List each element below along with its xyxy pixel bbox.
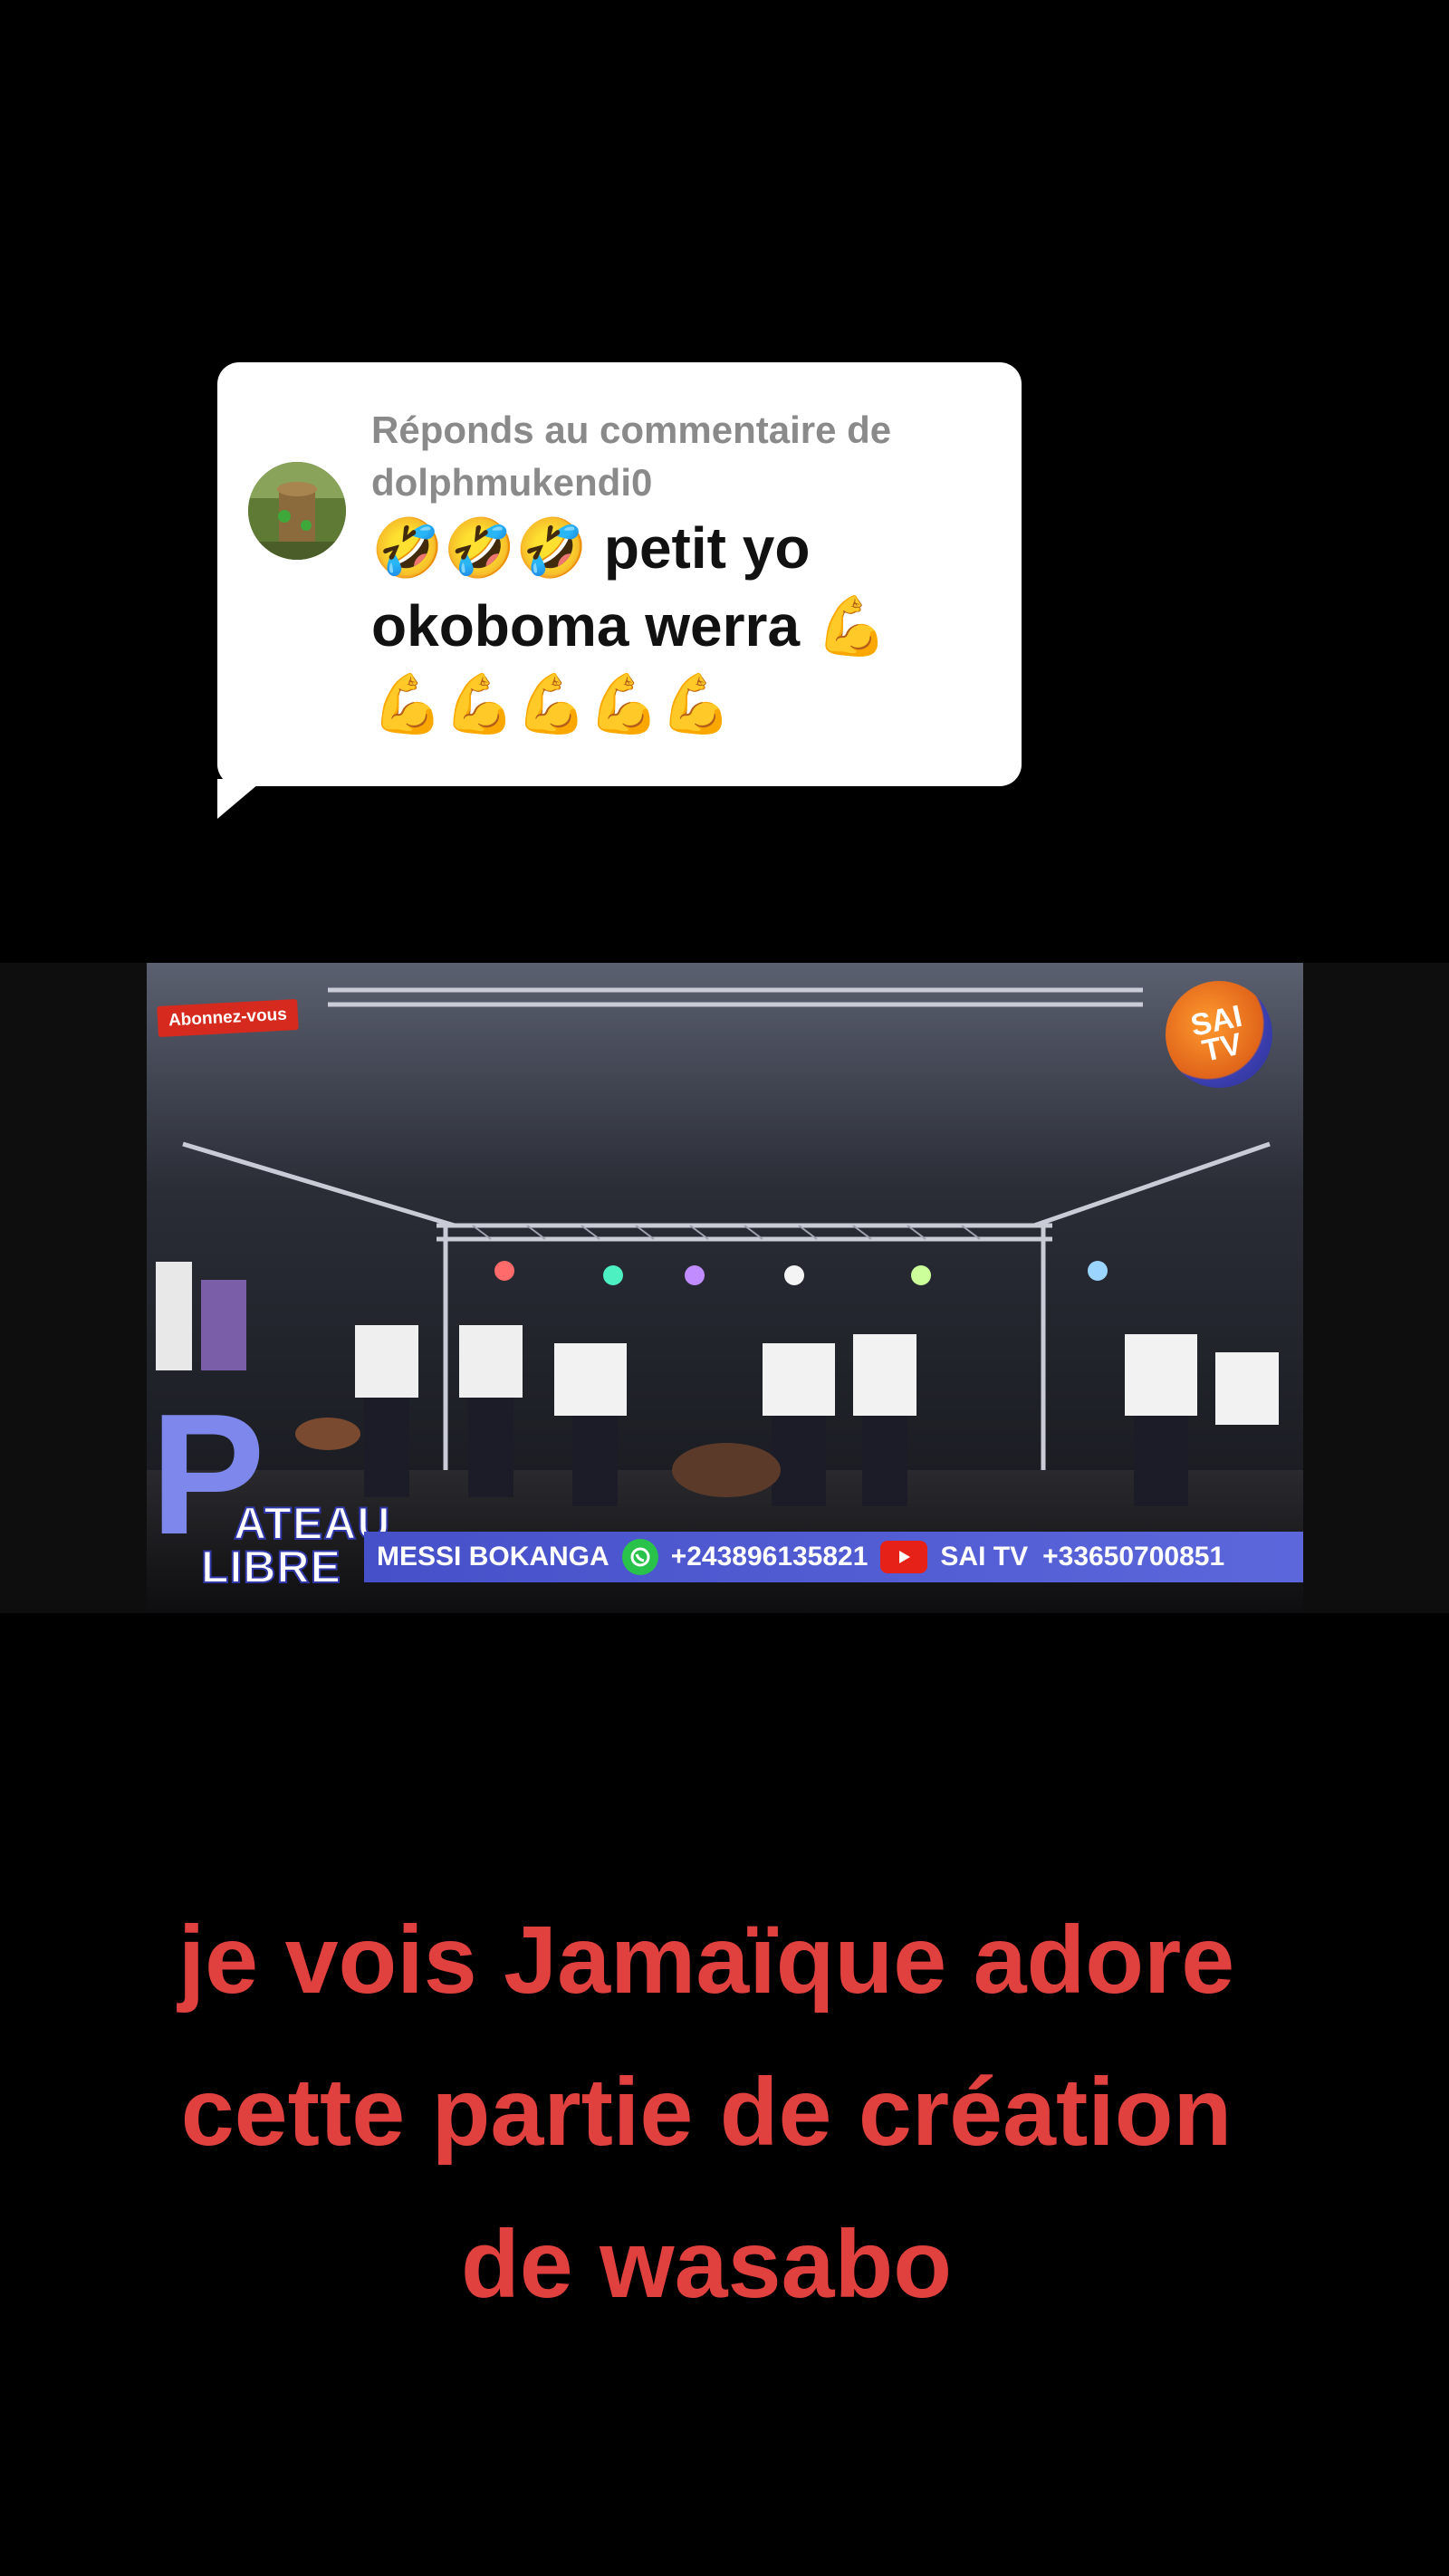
ticker-phone-2: +33650700851: [1042, 1542, 1225, 1572]
ticker-phone-1: +243896135821: [670, 1542, 868, 1572]
caption-line-1: je vois Jamaïque adore: [178, 1907, 1235, 2014]
reply-header-label: Réponds au commentaire de: [371, 409, 892, 451]
reply-comment-text: 🤣🤣🤣 petit yo okoboma werra 💪 💪💪💪💪💪: [371, 515, 888, 736]
show-logo: P ATEAU LIBRE: [147, 1389, 391, 1613]
channel-logo: SAI TV: [1166, 981, 1272, 1088]
whatsapp-icon: [621, 1539, 658, 1575]
contact-ticker: MESSI BOKANGA +243896135821 SAI TV +3365…: [364, 1532, 1303, 1582]
reply-comment-bubble[interactable]: Réponds au commentaire de dolphmukendi0 …: [217, 362, 1022, 786]
bubble-tail: [217, 779, 264, 819]
ticker-channel: SAI TV: [940, 1542, 1029, 1572]
commenter-avatar[interactable]: [248, 462, 346, 560]
commenter-username[interactable]: dolphmukendi0: [371, 457, 996, 509]
channel-logo-text: SAI TV: [1187, 998, 1245, 1069]
show-logo-word2: LIBRE: [200, 1541, 341, 1593]
embedded-video[interactable]: Abonnez-vous SAI TV P ATEAU LIBRE MESSI …: [147, 963, 1303, 1613]
ticker-name: MESSI BOKANGA: [377, 1542, 609, 1572]
caption-line-2: cette partie de création: [180, 2059, 1233, 2166]
reply-header: Réponds au commentaire de dolphmukendi0: [371, 404, 996, 509]
overlay-caption: je vois Jamaïque adore cette partie de c…: [72, 1884, 1340, 2341]
youtube-icon: [880, 1541, 928, 1573]
caption-line-3: de wasabo: [461, 2211, 952, 2318]
